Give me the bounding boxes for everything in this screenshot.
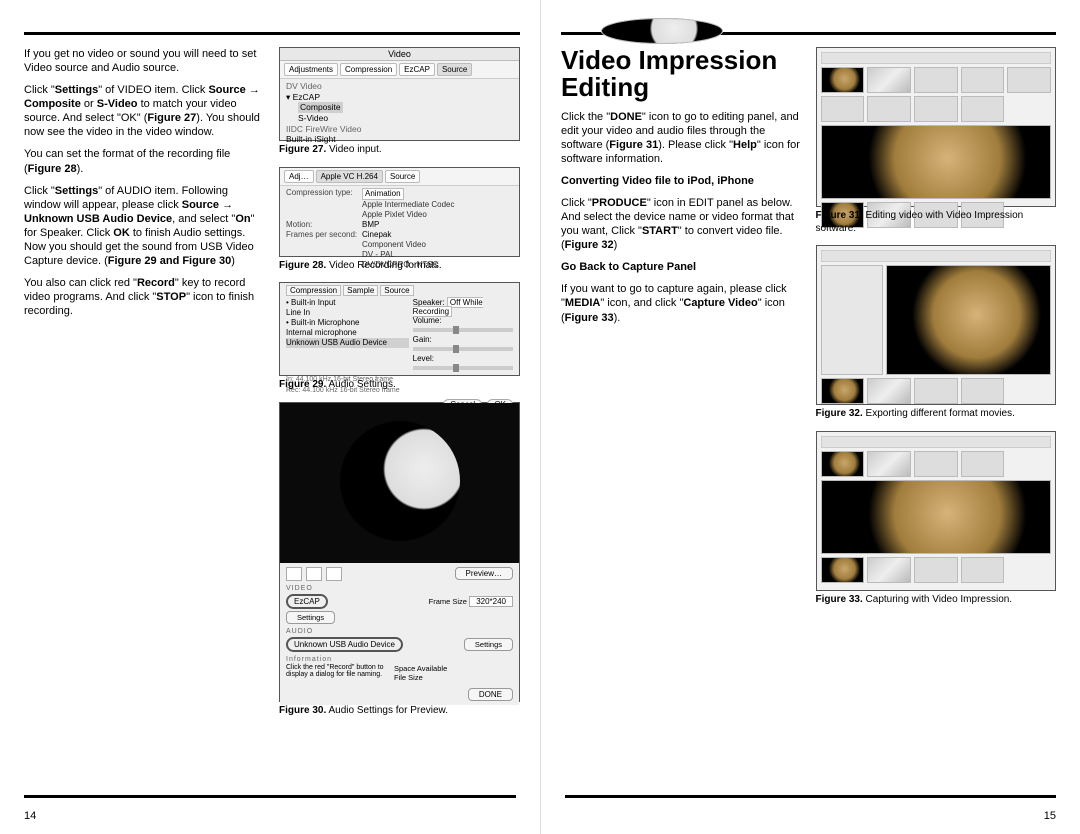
r-h2: Go Back to Capture Panel xyxy=(561,260,802,274)
audio-settings-button[interactable]: Settings xyxy=(464,638,513,651)
timeline-clip[interactable] xyxy=(867,557,911,583)
r-p2: Click "PRODUCE" icon in EDIT panel as be… xyxy=(561,196,802,252)
timeline-clip[interactable] xyxy=(821,378,865,404)
fig27-item-composite[interactable]: Composite xyxy=(298,102,343,113)
forward-icon[interactable] xyxy=(326,567,342,581)
fig28-tabs: Adj… Apple VC H.264 Source xyxy=(280,168,519,186)
gain-slider[interactable] xyxy=(413,347,513,351)
timeline-clip[interactable] xyxy=(867,378,911,404)
r-p3: If you want to go to capture again, plea… xyxy=(561,282,802,324)
tab-compression[interactable]: Compression xyxy=(340,63,397,76)
tab-source[interactable]: Source xyxy=(437,63,472,76)
fig31-preview xyxy=(821,125,1052,199)
tab-adjustments[interactable]: Adjustments xyxy=(284,63,338,76)
thumb[interactable] xyxy=(1007,67,1051,93)
thumb[interactable] xyxy=(867,67,911,93)
fig33-toolbar xyxy=(821,436,1052,448)
rewind-icon[interactable] xyxy=(286,567,302,581)
left-col-figures: Video Adjustments Compression EzCAP Sour… xyxy=(279,47,520,789)
thumb[interactable] xyxy=(961,451,1005,477)
fig27-tabs: Adjustments Compression EzCAP Source xyxy=(280,61,519,79)
thumb[interactable] xyxy=(821,67,865,93)
fig27-list: DV Video ▾ EzCAP Composite S-Video IIDC … xyxy=(280,79,519,147)
l-p5: You also can click red "Record" key to r… xyxy=(24,276,265,318)
moon-icon xyxy=(340,421,460,541)
figure-32 xyxy=(816,245,1057,405)
thumb[interactable] xyxy=(914,67,958,93)
thumb[interactable] xyxy=(961,67,1005,93)
tab-ezcap[interactable]: EzCAP xyxy=(399,63,435,76)
l-p2: Click "Settings" of VIDEO item. Click So… xyxy=(24,83,265,139)
fig32-preview xyxy=(886,265,1052,375)
bottom-rule xyxy=(24,795,516,798)
fig32-side xyxy=(821,265,883,375)
timeline-clip[interactable] xyxy=(961,557,1005,583)
done-button[interactable]: DONE xyxy=(468,688,513,701)
fig27-item-svideo[interactable]: S-Video xyxy=(298,113,328,123)
fig27-caption: Figure 27. Video input. xyxy=(279,144,520,157)
thumb[interactable] xyxy=(867,96,911,122)
figure-33 xyxy=(816,431,1057,591)
fig30-preview xyxy=(280,403,519,563)
figure-30: Preview… VIDEO EzCAP Frame Size 320*240 … xyxy=(279,402,520,702)
right-col-figures: Figure 31. Editing video with Video Impr… xyxy=(816,47,1057,789)
l-p1: If you get no video or sound you will ne… xyxy=(24,47,265,75)
thumb[interactable] xyxy=(914,451,958,477)
timeline-clip[interactable] xyxy=(914,378,958,404)
figure-27: Video Adjustments Compression EzCAP Sour… xyxy=(279,47,520,141)
figure-29: Compression Sample Source • Built-in Inp… xyxy=(279,282,520,376)
right-columns: Video Impression Editing Click the "DONE… xyxy=(561,47,1056,789)
level-meter xyxy=(413,366,513,370)
timeline-clip[interactable] xyxy=(961,378,1005,404)
fig33-caption: Figure 33. Capturing with Video Impressi… xyxy=(816,594,1057,607)
fig27-ezcap[interactable]: ▾ EzCAP xyxy=(286,92,513,103)
right-col-text: Video Impression Editing Click the "DONE… xyxy=(561,47,802,789)
fig32-caption: Figure 32. Exporting different format mo… xyxy=(816,408,1057,421)
thumb[interactable] xyxy=(961,96,1005,122)
usb-audio-select[interactable]: Unknown USB Audio Device xyxy=(286,637,403,652)
r-p1: Click the "DONE" icon to go to editing p… xyxy=(561,110,802,166)
fig31-toolbar xyxy=(821,52,1052,64)
fig28-caption: Figure 28. Video Recording formats. xyxy=(279,260,520,273)
preview-button[interactable]: Preview… xyxy=(455,567,513,580)
volume-slider[interactable] xyxy=(413,328,513,332)
thumb[interactable] xyxy=(867,451,911,477)
page-number-left: 14 xyxy=(24,810,36,822)
fig27-title: Video xyxy=(280,48,519,61)
thumb[interactable] xyxy=(914,96,958,122)
timeline-clip[interactable] xyxy=(821,557,865,583)
spread: If you get no video or sound you will ne… xyxy=(0,0,1080,834)
fig33-preview xyxy=(821,480,1052,554)
figure-31 xyxy=(816,47,1057,207)
timeline-clip[interactable] xyxy=(601,18,723,44)
play-icon[interactable] xyxy=(306,567,322,581)
section-title: Video Impression Editing xyxy=(561,47,802,102)
bottom-rule-r xyxy=(565,795,1056,798)
fig30-caption: Figure 30. Audio Settings for Preview. xyxy=(279,705,520,718)
fig27-iidc: IIDC FireWire Video xyxy=(286,124,513,135)
page-number-right: 15 xyxy=(1044,810,1056,822)
left-col-text: If you get no video or sound you will ne… xyxy=(24,47,265,789)
page-left: If you get no video or sound you will ne… xyxy=(0,0,540,834)
timeline-clip[interactable] xyxy=(914,557,958,583)
fig30-note: Click the red "Record" button to display… xyxy=(286,664,386,679)
fig27-dvvideo: DV Video xyxy=(286,81,513,92)
thumb[interactable] xyxy=(821,451,865,477)
top-rule xyxy=(24,32,520,35)
page-right: Video Impression Editing Click the "DONE… xyxy=(540,0,1080,834)
l-p3: You can set the format of the recording … xyxy=(24,147,265,175)
video-settings-button[interactable]: Settings xyxy=(286,611,335,624)
fig32-toolbar xyxy=(821,250,1052,262)
ezcap-select[interactable]: EzCAP xyxy=(286,594,328,609)
figure-28: Adj… Apple VC H.264 Source Compression t… xyxy=(279,167,520,257)
l-p4: Click "Settings" of AUDIO item. Followin… xyxy=(24,184,265,268)
thumb[interactable] xyxy=(821,96,865,122)
r-h1: Converting Video file to iPod, iPhone xyxy=(561,174,802,188)
left-columns: If you get no video or sound you will ne… xyxy=(24,47,520,789)
